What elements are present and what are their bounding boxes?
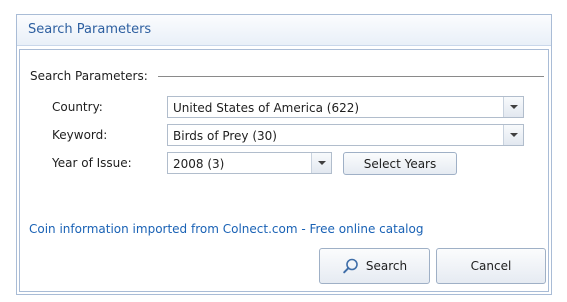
- keyword-dropdown-button[interactable]: [503, 125, 523, 145]
- keyword-dropdown[interactable]: Birds of Prey (30): [167, 124, 524, 146]
- search-parameters-dialog: Search Parameters Search Parameters: Cou…: [16, 14, 552, 295]
- chevron-down-icon: [509, 105, 518, 109]
- country-value: United States of America (622): [173, 101, 360, 115]
- country-label: Country:: [52, 100, 103, 114]
- year-value: 2008 (3): [173, 157, 225, 171]
- keyword-label: Keyword:: [52, 128, 108, 142]
- year-dropdown[interactable]: 2008 (3): [167, 152, 332, 174]
- country-dropdown[interactable]: United States of America (622): [167, 96, 524, 118]
- year-dropdown-button[interactable]: [311, 153, 331, 173]
- search-button-label: Search: [365, 259, 408, 273]
- group-header: Search Parameters:: [30, 69, 544, 83]
- dialog-title: Search Parameters: [28, 22, 152, 37]
- group-divider: [157, 75, 544, 77]
- chevron-down-icon: [317, 161, 326, 165]
- select-years-button[interactable]: Select Years: [343, 152, 457, 175]
- colnect-info-link[interactable]: Coin information imported from Colnect.c…: [29, 222, 423, 236]
- cancel-button[interactable]: Cancel: [436, 248, 546, 284]
- title-bar: Search Parameters: [17, 15, 551, 46]
- search-button[interactable]: Search: [319, 248, 430, 284]
- search-parameters-panel: Search Parameters: Country: United State…: [19, 49, 549, 292]
- chevron-down-icon: [509, 133, 518, 137]
- group-title: Search Parameters:: [30, 69, 148, 83]
- keyword-value: Birds of Prey (30): [173, 129, 277, 143]
- country-dropdown-button[interactable]: [503, 97, 523, 117]
- magnifier-icon: [343, 258, 358, 274]
- year-label: Year of Issue:: [52, 156, 132, 170]
